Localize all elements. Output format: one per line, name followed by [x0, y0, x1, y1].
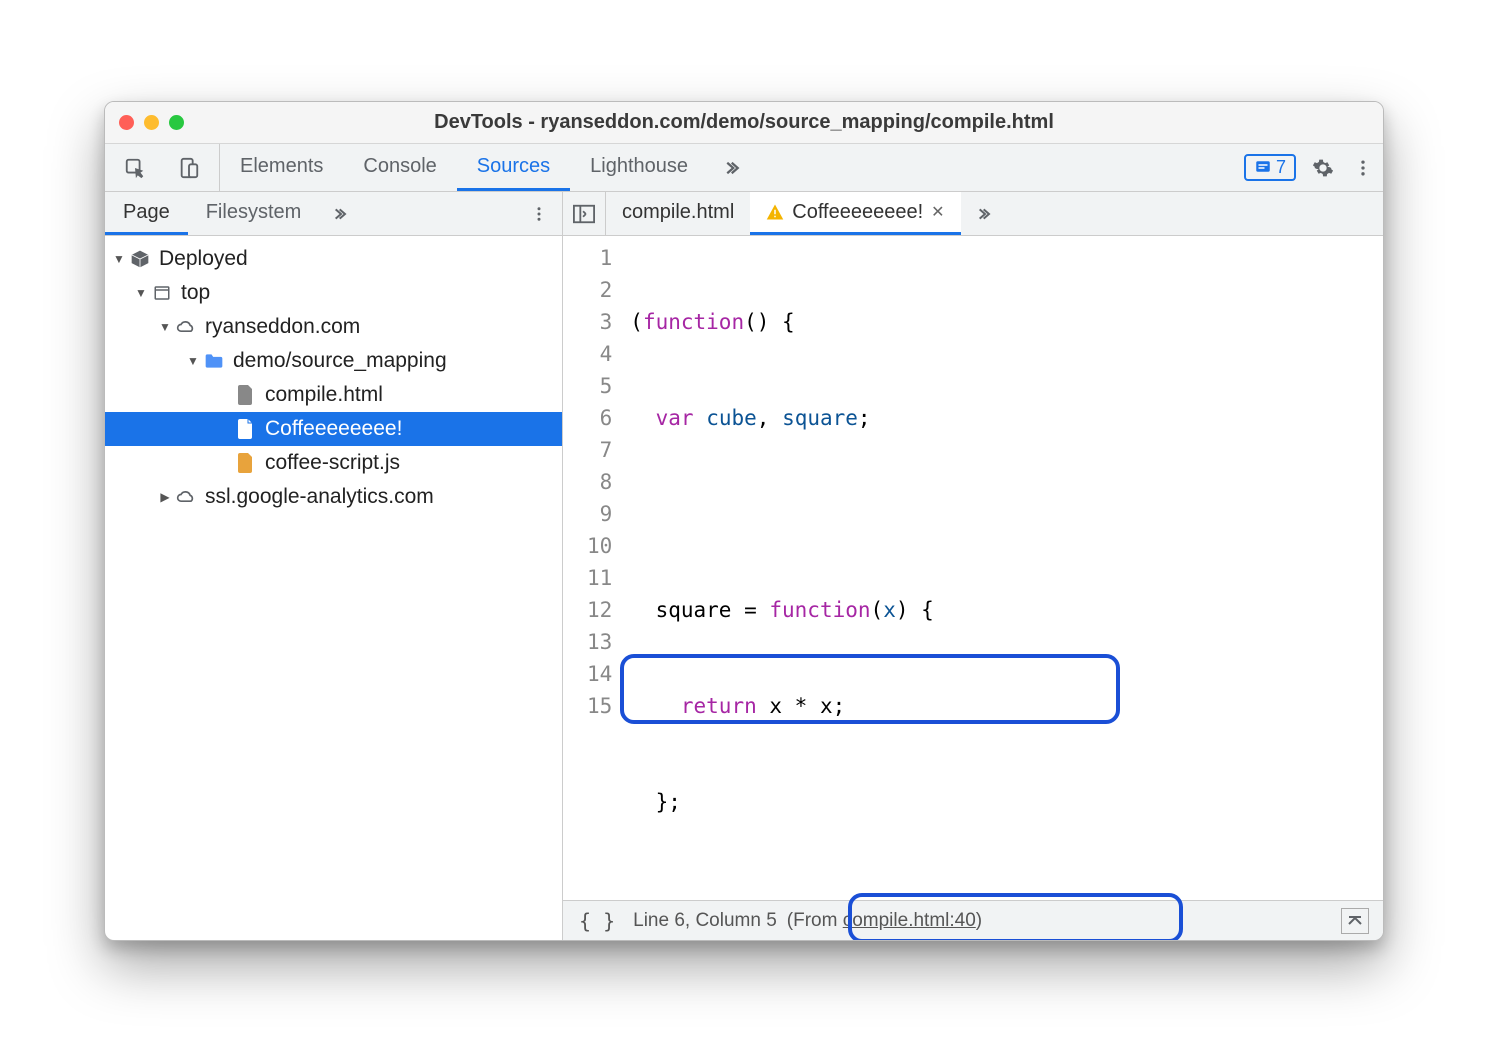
tab-console[interactable]: Console: [343, 144, 456, 191]
document-icon: [235, 384, 257, 406]
pretty-print-icon[interactable]: { }: [571, 909, 623, 933]
window-title: DevTools - ryanseddon.com/demo/source_ma…: [434, 111, 1054, 134]
source-origin: (From compile.html:40): [787, 910, 982, 932]
issues-badge[interactable]: 7: [1244, 154, 1296, 181]
more-tabs-icon[interactable]: [708, 144, 754, 191]
tab-lighthouse[interactable]: Lighthouse: [570, 144, 708, 191]
devtools-window: DevTools - ryanseddon.com/demo/source_ma…: [104, 101, 1384, 941]
source-origin-link[interactable]: compile.html:40: [843, 910, 976, 931]
zoom-window-button[interactable]: [169, 115, 184, 130]
issues-icon: [1254, 159, 1272, 177]
tree-node-domain[interactable]: ▼ ryanseddon.com: [105, 310, 562, 344]
tree-node-folder[interactable]: ▼ demo/source_mapping: [105, 344, 562, 378]
tree-file-coffeescript[interactable]: coffee-script.js: [105, 446, 562, 480]
code-editor[interactable]: 1 2 3 4 5 6 7 8 9 10 11 12 13 14 15: [563, 236, 1383, 900]
cloud-icon: [175, 316, 197, 338]
toggle-navigator-icon[interactable]: [563, 192, 606, 235]
code-content[interactable]: (function() { var cube, square; square =…: [626, 236, 983, 900]
device-toolbar-icon[interactable]: [169, 157, 209, 179]
frame-icon: [151, 282, 173, 304]
folder-icon: [203, 350, 225, 372]
tab-elements[interactable]: Elements: [220, 144, 343, 191]
main-toolbar: Elements Console Sources Lighthouse 7: [105, 144, 1383, 192]
editor-tab-compile[interactable]: compile.html: [606, 192, 750, 235]
editor-pane: compile.html Coffeeeeeeee! ✕ 1 2 3 4 5: [563, 192, 1383, 940]
kebab-menu-icon[interactable]: [1343, 158, 1383, 178]
tree-file-coffee[interactable]: Coffeeeeeeee!: [105, 412, 562, 446]
line-gutter: 1 2 3 4 5 6 7 8 9 10 11 12 13 14 15: [563, 236, 626, 900]
tab-sources[interactable]: Sources: [457, 144, 570, 191]
sidebar-more-tabs-icon[interactable]: [319, 192, 359, 235]
navigator-sidebar: Page Filesystem ▼ Deployed ▼ to: [105, 192, 563, 940]
traffic-lights: [119, 115, 184, 130]
document-icon: [235, 418, 257, 440]
titlebar: DevTools - ryanseddon.com/demo/source_ma…: [105, 102, 1383, 144]
editor-more-tabs-icon[interactable]: [961, 192, 1005, 235]
sidebar-tab-page[interactable]: Page: [105, 192, 188, 235]
warning-icon: [766, 203, 784, 221]
show-console-icon[interactable]: [1341, 908, 1369, 934]
sidebar-tab-filesystem[interactable]: Filesystem: [188, 192, 320, 235]
script-icon: [235, 452, 257, 474]
inspect-element-icon[interactable]: [115, 157, 155, 179]
statusbar: { } Line 6, Column 5 (From compile.html:…: [563, 900, 1383, 940]
file-tree: ▼ Deployed ▼ top ▼ ryanseddon.com ▼: [105, 236, 562, 940]
close-tab-icon[interactable]: ✕: [931, 202, 944, 222]
settings-icon[interactable]: [1303, 157, 1343, 179]
tree-file-compile[interactable]: compile.html: [105, 378, 562, 412]
editor-tab-coffee[interactable]: Coffeeeeeeee! ✕: [750, 192, 960, 235]
cube-icon: [129, 248, 151, 270]
issues-count: 7: [1276, 157, 1286, 178]
sidebar-kebab-icon[interactable]: [516, 192, 562, 235]
cloud-icon: [175, 486, 197, 508]
minimize-window-button[interactable]: [144, 115, 159, 130]
tree-node-deployed[interactable]: ▼ Deployed: [105, 242, 562, 276]
tree-node-analytics[interactable]: ▶ ssl.google-analytics.com: [105, 480, 562, 514]
tree-node-top[interactable]: ▼ top: [105, 276, 562, 310]
close-window-button[interactable]: [119, 115, 134, 130]
cursor-position: Line 6, Column 5: [633, 910, 777, 932]
